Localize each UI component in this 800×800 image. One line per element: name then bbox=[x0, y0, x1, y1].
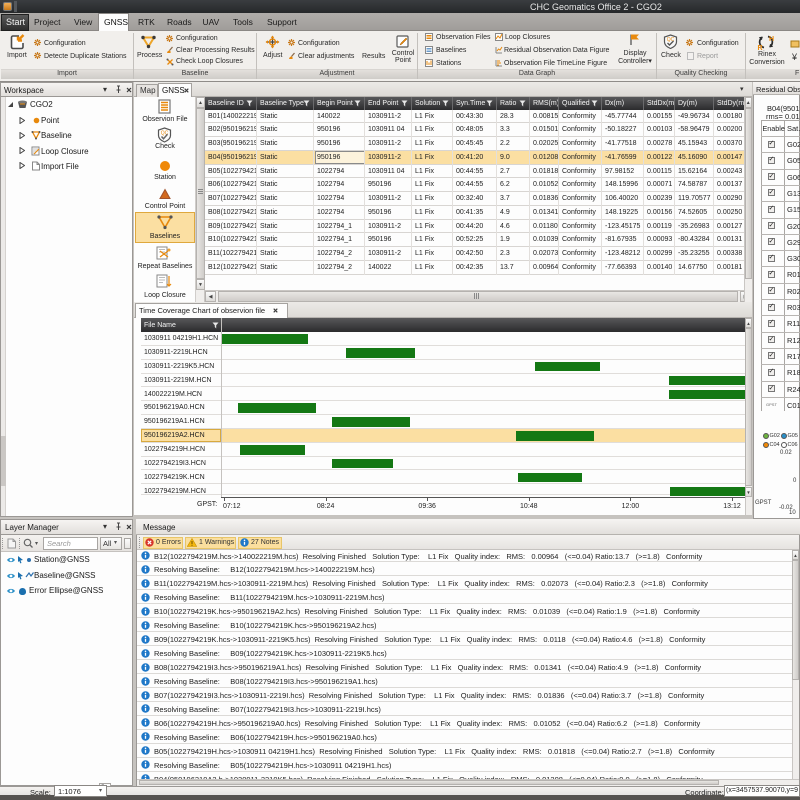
svg-text:H: H bbox=[769, 36, 774, 43]
svg-text:QC: QC bbox=[667, 37, 675, 43]
svg-text:R: R bbox=[758, 45, 763, 50]
svg-text:QC: QC bbox=[161, 131, 169, 137]
